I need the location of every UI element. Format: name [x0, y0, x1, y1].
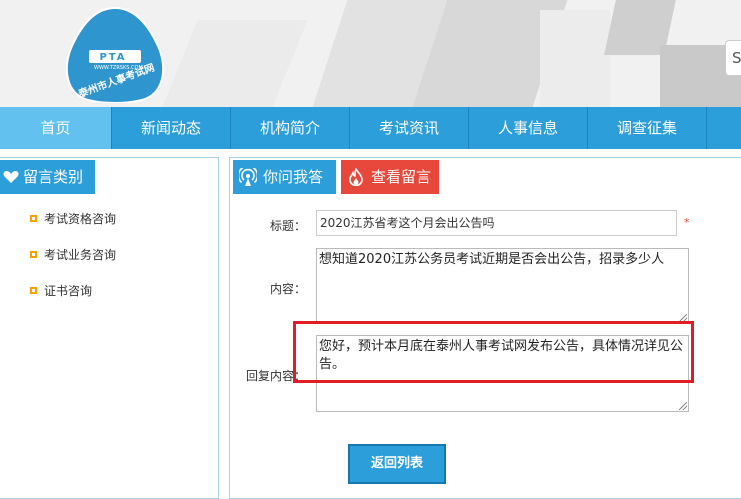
back-to-list-button[interactable]: 返回列表: [348, 444, 446, 484]
tab-view-messages-label: 查看留言: [371, 168, 432, 186]
nav-item-survey[interactable]: 调查征集: [588, 107, 707, 149]
category-item-label: 考试业务咨询: [44, 248, 117, 262]
content-textarea[interactable]: 想知道2020江苏公务员考试近期是否会出公告，招录多少人: [316, 248, 689, 324]
tab-view-messages[interactable]: 查看留言: [341, 160, 439, 194]
tab-ask-answer-label: 你问我答: [263, 168, 324, 186]
nav-item-personnel[interactable]: 人事信息: [469, 107, 588, 149]
tab-ask-answer[interactable]: 你问我答: [233, 160, 336, 194]
highlight-annotation: [293, 321, 694, 383]
heart-icon: [3, 171, 19, 183]
category-item-label: 考试资格咨询: [44, 212, 117, 226]
logo-abbr: PTA: [99, 52, 127, 63]
search-input[interactable]: S: [725, 40, 741, 76]
nav-item-home[interactable]: 首页: [0, 107, 112, 149]
category-item-label: 证书咨询: [44, 284, 93, 298]
category-list: 考试资格咨询 考试业务咨询 证书咨询: [30, 212, 116, 320]
required-mark: *: [684, 216, 690, 229]
category-item-certificate[interactable]: 证书咨询: [30, 284, 116, 320]
nav-item-news[interactable]: 新闻动态: [112, 107, 231, 149]
bullet-icon: [30, 215, 37, 222]
content-label: 内容：: [269, 282, 306, 296]
category-panel: 留言类别 考试资格咨询 考试业务咨询 证书咨询: [0, 157, 219, 499]
nav-item-about[interactable]: 机构简介: [231, 107, 350, 149]
bullet-icon: [30, 287, 37, 294]
banner-decoration: [540, 10, 610, 107]
category-item-business[interactable]: 考试业务咨询: [30, 248, 116, 284]
title-label: 标题：: [269, 219, 306, 233]
banner-decoration: [162, 20, 308, 107]
resize-grip-icon[interactable]: [679, 402, 687, 410]
category-item-qualification[interactable]: 考试资格咨询: [30, 212, 116, 248]
main-nav: 首页 新闻动态 机构简介 考试资讯 人事信息 调查征集: [0, 107, 741, 149]
bullet-icon: [30, 251, 37, 258]
nav-item-exam-info[interactable]: 考试资讯: [350, 107, 469, 149]
category-title: 留言类别: [0, 160, 95, 194]
category-title-label: 留言类别: [23, 168, 84, 186]
content-text: 想知道2020江苏公务员考试近期是否会出公告，招录多少人: [319, 252, 665, 267]
title-field[interactable]: 2020江苏省考这个月会出公告吗: [316, 210, 677, 236]
fire-icon: [349, 168, 363, 186]
signal-icon: [239, 168, 257, 186]
